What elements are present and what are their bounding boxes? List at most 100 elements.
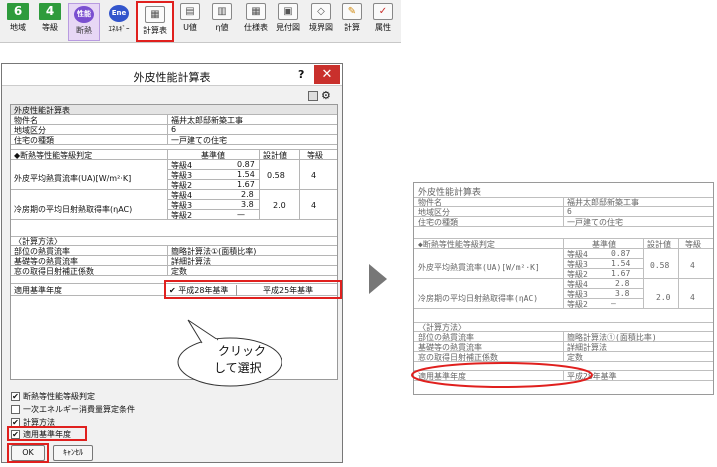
year-option-h25[interactable]: 平成25年基準 xyxy=(263,285,313,296)
divider xyxy=(563,197,564,227)
elevation-icon: ▣ xyxy=(278,3,298,20)
toolbar-label: 仕様表 xyxy=(244,23,268,32)
preview-house-label: 住宅の種類 xyxy=(418,218,458,227)
preview-ua-design: 0.58 xyxy=(650,261,670,270)
energy-icon: Ene xyxy=(109,5,129,22)
preview-eta-value4: 2.8 xyxy=(615,279,630,288)
toolbar-label: 計算表 xyxy=(143,26,167,35)
toolbar-spec-table-button[interactable]: ▦ 仕様表 xyxy=(240,3,272,41)
callout-line1: クリック xyxy=(218,344,267,358)
check-insulation-grade[interactable]: ✔ 断熱等性能等級判定 xyxy=(11,391,95,402)
checkbox: ✔ xyxy=(11,392,20,401)
toolbar-label: ｴﾈﾙｷﾞｰ xyxy=(108,25,130,33)
divider xyxy=(643,238,644,309)
toolbar-label: 地域 xyxy=(10,23,26,32)
toolbar-label: U値 xyxy=(183,23,197,32)
print-icon[interactable] xyxy=(308,91,318,101)
method3-value: 定数 xyxy=(171,267,187,276)
preview-eta-grade: 4 xyxy=(690,293,695,302)
divider xyxy=(167,246,168,276)
preview-ua-value2: 1.67 xyxy=(611,269,631,278)
preview-col-design: 設計値 xyxy=(647,240,671,249)
cancel-button[interactable]: ｷｬﾝｾﾙ xyxy=(53,445,93,461)
arrow-right-icon xyxy=(369,264,387,294)
help-button[interactable]: ? xyxy=(298,68,304,81)
check-label: 断熱等性能等級判定 xyxy=(23,392,95,401)
table-icon: ▦ xyxy=(145,6,165,23)
check-energy-conditions[interactable]: 一次エネルギー消費量算定条件 xyxy=(11,404,135,415)
toolbar-insulation-button[interactable]: 性能 断熱 xyxy=(68,3,100,41)
eta-value2: — xyxy=(237,210,245,219)
insulation-icon: 性能 xyxy=(74,6,94,23)
callout-line2: して選択 xyxy=(214,361,262,375)
ua-value4: 0.87 xyxy=(237,160,255,169)
toolbar-label: 見付図 xyxy=(276,23,300,32)
year-label: 適用基準年度 xyxy=(14,286,62,295)
grade-icon: 4 xyxy=(39,3,61,20)
preview-house-value: 一戸建ての住宅 xyxy=(567,218,623,227)
toolbar-energy-button[interactable]: Ene ｴﾈﾙｷﾞｰ xyxy=(102,3,136,41)
preview-eta-design: 2.0 xyxy=(656,293,671,302)
preview-col-grade: 等級 xyxy=(685,240,701,249)
divider xyxy=(167,115,168,145)
house-type-label: 住宅の種類 xyxy=(14,136,54,145)
ok-button[interactable]: OK xyxy=(11,445,45,461)
eta-value3: 3.8 xyxy=(241,200,254,209)
toolbar-label: 境界図 xyxy=(309,23,333,32)
eta-value4: 2.8 xyxy=(241,190,254,199)
close-button[interactable]: ✕ xyxy=(314,65,340,84)
gear-icon[interactable]: ⚙ xyxy=(321,90,331,101)
calc-table-dialog: 外皮性能計算表 ? ✕ ⚙ 外皮性能計算表 物件名 福井太郎邸新築工事 地域区分… xyxy=(1,63,343,463)
col-grade: 等級 xyxy=(307,151,323,160)
checkbox: ✔ xyxy=(11,430,20,439)
toolbar-eta-value-button[interactable]: ▥ η値 xyxy=(206,3,238,41)
col-design: 設計値 xyxy=(263,151,287,160)
dialog-title: 外皮性能計算表 xyxy=(133,71,211,84)
divider xyxy=(678,238,679,309)
region-value: 6 xyxy=(171,125,177,134)
toolbar-grade-button[interactable]: 4 等級 xyxy=(35,3,65,41)
divider xyxy=(563,332,564,362)
toolbar-label: η値 xyxy=(215,23,229,32)
dialog-titlebar: 外皮性能計算表 ? ✕ xyxy=(2,64,342,86)
ua-value3: 1.54 xyxy=(237,170,255,179)
toolbar-attribute-button[interactable]: ✓ 属性 xyxy=(368,3,398,41)
checkbox xyxy=(11,405,20,414)
judge-header: ◆断熱等性能等級判定 xyxy=(14,151,93,160)
eta-design-value: 2.0 xyxy=(273,201,286,210)
toolbar-label: 等級 xyxy=(42,23,58,32)
divider xyxy=(563,238,564,309)
ua-design-value: 0.58 xyxy=(267,171,285,180)
preview-ua-value3: 1.54 xyxy=(611,259,631,268)
spec-table-icon: ▦ xyxy=(246,3,266,20)
preview-judge-header: ◆断熱等性能等級判定 xyxy=(418,240,495,249)
boundary-icon: ◇ xyxy=(311,3,331,20)
check-label: 適用基準年度 xyxy=(23,430,71,439)
divider xyxy=(167,149,168,220)
year-option-h28[interactable]: ✔ 平成28年基準 xyxy=(169,285,238,296)
check-label: 一次エネルギー消費量算定条件 xyxy=(23,405,135,414)
method3-label: 窓の取得日射補正係数 xyxy=(14,267,94,276)
toolbar-label: 属性 xyxy=(375,23,391,32)
preview-eta-value2: — xyxy=(611,299,616,308)
attribute-icon: ✓ xyxy=(373,3,393,20)
divider xyxy=(299,149,300,220)
toolbar-calculate-button[interactable]: ✎ 計算 xyxy=(338,3,366,41)
calculate-icon: ✎ xyxy=(342,3,362,20)
house-type-value: 一戸建ての住宅 xyxy=(171,136,227,145)
toolbar-label: 計算 xyxy=(344,23,360,32)
toolbar: 6 地域 4 等級 性能 断熱 Ene ｴﾈﾙｷﾞｰ ▦ 計算表 ▤ U値 ▥ … xyxy=(0,0,401,43)
toolbar-u-value-button[interactable]: ▤ U値 xyxy=(176,3,204,41)
toolbar-calc-table-button[interactable]: ▦ 計算表 xyxy=(136,1,174,42)
ua-grade-result: 4 xyxy=(311,171,317,180)
ua-value2: 1.67 xyxy=(237,180,255,189)
preview-region-value: 6 xyxy=(567,207,572,216)
check-standard-year[interactable]: ✔ 適用基準年度 xyxy=(11,429,71,440)
eta-value-icon: ▥ xyxy=(212,3,232,20)
toolbar-boundary-button[interactable]: ◇ 境界図 xyxy=(304,3,338,41)
eta-grade-result: 4 xyxy=(311,201,317,210)
toolbar-region-button[interactable]: 6 地域 xyxy=(3,3,33,41)
preview-year-highlight xyxy=(411,362,593,388)
eta-grade2: 等級2 xyxy=(171,211,193,220)
toolbar-elevation-button[interactable]: ▣ 見付図 xyxy=(272,3,304,41)
